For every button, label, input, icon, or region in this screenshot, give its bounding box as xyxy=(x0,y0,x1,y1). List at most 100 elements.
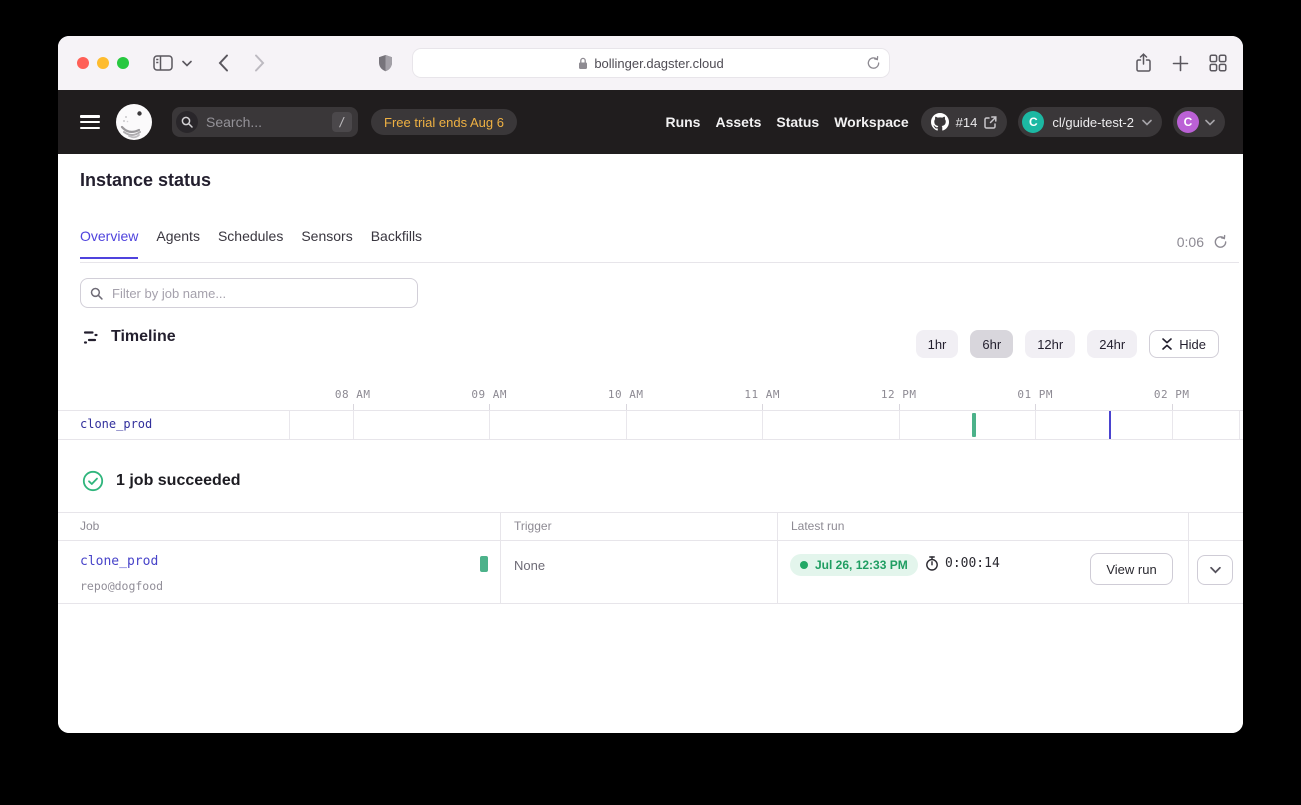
timeline-header: Timeline xyxy=(83,328,176,346)
tab-backfills[interactable]: Backfills xyxy=(371,228,422,259)
gridline xyxy=(489,411,490,439)
axis-label: 01 PM xyxy=(1017,388,1053,401)
deployment-switcher[interactable]: C cl/guide-test-2 xyxy=(1018,107,1162,137)
divider xyxy=(289,411,290,439)
row-menu-button[interactable] xyxy=(1197,555,1233,585)
tab-sensors[interactable]: Sensors xyxy=(301,228,352,259)
user-avatar: C xyxy=(1177,111,1199,133)
run-summary-text: 1 job succeeded xyxy=(116,472,241,490)
view-run-button[interactable]: View run xyxy=(1090,553,1173,585)
close-button[interactable] xyxy=(77,57,89,69)
run-summary: 1 job succeeded xyxy=(82,470,241,492)
success-dot-icon xyxy=(800,561,808,569)
github-pr-link[interactable]: #14 xyxy=(921,107,1008,137)
run-duration: 0:00:14 xyxy=(925,556,1000,571)
job-filter-input[interactable] xyxy=(110,285,417,302)
trigger-value: None xyxy=(514,558,545,573)
timeline-run-marker[interactable] xyxy=(972,413,976,437)
page-title: Instance status xyxy=(80,170,211,191)
nav-item-assets[interactable]: Assets xyxy=(715,114,761,130)
new-tab-icon[interactable] xyxy=(1172,36,1189,90)
refresh-icon[interactable] xyxy=(1213,234,1228,250)
tab-schedules[interactable]: Schedules xyxy=(218,228,283,259)
range-button-12hr[interactable]: 12hr xyxy=(1025,330,1075,358)
range-button-24hr[interactable]: 24hr xyxy=(1087,330,1137,358)
timeline-icon xyxy=(83,329,100,346)
nav-item-status[interactable]: Status xyxy=(776,114,819,130)
divider xyxy=(58,540,1243,541)
url-text: bollinger.dagster.cloud xyxy=(594,56,723,71)
range-selector: 1hr 6hr 12hr 24hr Hide xyxy=(916,330,1219,358)
minimize-button[interactable] xyxy=(97,57,109,69)
top-nav: Runs Assets Status Workspace xyxy=(665,114,908,130)
sidebar-chevron-icon[interactable] xyxy=(182,36,192,90)
share-icon[interactable] xyxy=(1135,36,1152,90)
timeline-now-line xyxy=(1109,410,1111,439)
axis-label: 10 AM xyxy=(608,388,644,401)
column-header-trigger: Trigger xyxy=(514,519,552,533)
axis-label: 11 AM xyxy=(744,388,780,401)
address-bar[interactable]: bollinger.dagster.cloud xyxy=(412,48,890,78)
check-circle-icon xyxy=(82,470,104,492)
column-header-job: Job xyxy=(80,519,99,533)
search-icon xyxy=(176,111,198,133)
refresh-countdown: 0:06 xyxy=(1177,234,1204,250)
browser-toolbar: bollinger.dagster.cloud xyxy=(58,36,1243,90)
github-icon xyxy=(931,113,949,131)
hide-timeline-button[interactable]: Hide xyxy=(1149,330,1219,358)
timeline-row-label[interactable]: clone_prod xyxy=(80,417,152,431)
gridline xyxy=(762,411,763,439)
divider xyxy=(1188,512,1189,603)
tab-overview[interactable]: Overview xyxy=(80,228,138,259)
chevron-down-icon xyxy=(1205,119,1215,126)
menu-icon[interactable] xyxy=(80,115,100,129)
app-header: Search... / Free trial ends Aug 6 Runs As… xyxy=(58,90,1243,154)
latest-run-time: Jul 26, 12:33 PM xyxy=(815,558,908,572)
browser-window: bollinger.dagster.cloud xyxy=(58,36,1243,733)
divider xyxy=(58,410,1243,411)
search-placeholder: Search... xyxy=(206,114,332,130)
job-link[interactable]: clone_prod xyxy=(80,554,158,569)
search-shortcut-key: / xyxy=(332,112,352,132)
reload-icon[interactable] xyxy=(866,55,881,76)
github-pr-number: #14 xyxy=(956,115,978,130)
back-button-icon[interactable] xyxy=(218,36,229,90)
tab-bar: Overview Agents Schedules Sensors Backfills xyxy=(80,228,422,259)
job-location: repo@dogfood xyxy=(80,579,163,593)
axis-label: 09 AM xyxy=(471,388,507,401)
nav-item-workspace[interactable]: Workspace xyxy=(834,114,908,130)
collapse-icon xyxy=(1162,338,1172,350)
divider xyxy=(58,512,1243,513)
axis-label: 08 AM xyxy=(335,388,371,401)
nav-item-runs[interactable]: Runs xyxy=(665,114,700,130)
trial-badge[interactable]: Free trial ends Aug 6 xyxy=(371,109,517,135)
timer-icon xyxy=(925,556,939,571)
divider xyxy=(777,512,778,603)
job-status-bar[interactable] xyxy=(480,556,488,572)
range-button-6hr[interactable]: 6hr xyxy=(970,330,1013,358)
gridline xyxy=(1172,411,1173,439)
job-filter xyxy=(80,278,418,308)
refresh-status: 0:06 xyxy=(1177,234,1228,250)
tab-overview-icon[interactable] xyxy=(1209,36,1227,90)
deployment-avatar: C xyxy=(1022,111,1044,133)
deployment-name: cl/guide-test-2 xyxy=(1052,115,1134,130)
privacy-shield-icon[interactable] xyxy=(378,36,393,90)
global-search[interactable]: Search... / xyxy=(172,107,358,137)
sidebar-icon[interactable] xyxy=(153,36,173,90)
search-icon xyxy=(90,287,103,300)
gridline xyxy=(353,411,354,439)
tab-agents[interactable]: Agents xyxy=(156,228,200,259)
range-button-1hr[interactable]: 1hr xyxy=(916,330,959,358)
user-menu[interactable]: C xyxy=(1173,107,1225,137)
latest-run-badge[interactable]: Jul 26, 12:33 PM xyxy=(790,554,918,576)
divider xyxy=(80,262,1239,263)
gridline xyxy=(899,411,900,439)
divider xyxy=(58,603,1243,604)
traffic-lights xyxy=(77,57,129,69)
run-duration-value: 0:00:14 xyxy=(945,556,1000,571)
forward-button-icon[interactable] xyxy=(254,36,265,90)
fullscreen-button[interactable] xyxy=(117,57,129,69)
dagster-logo[interactable] xyxy=(115,103,153,141)
divider xyxy=(58,439,1243,440)
